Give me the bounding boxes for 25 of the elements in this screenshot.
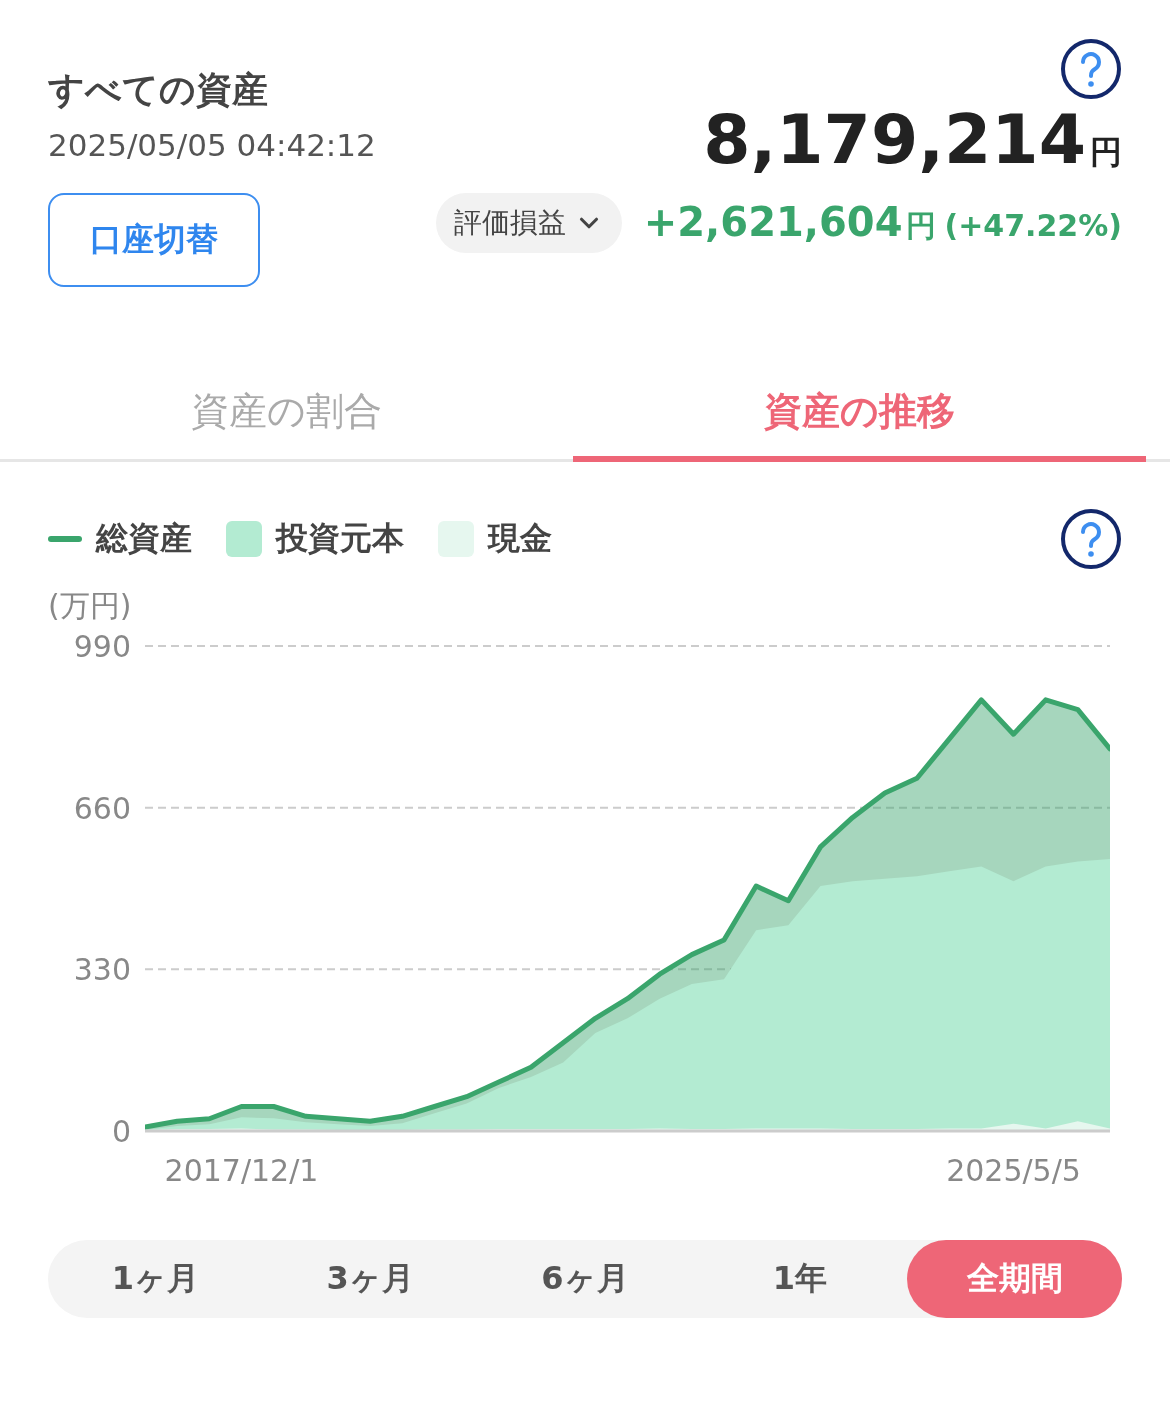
total-amount: 8,179,214	[703, 100, 1086, 179]
y-tick-label: 990	[73, 629, 131, 664]
legend-label: 投資元本	[276, 518, 404, 559]
legend-label: 現金	[488, 518, 552, 559]
currency-unit: 円	[1090, 132, 1122, 173]
help-icon[interactable]	[1060, 508, 1122, 570]
help-icon[interactable]	[1060, 38, 1122, 100]
legend-label: 総資産	[96, 518, 192, 559]
gain-percent: (+47.22%)	[944, 208, 1122, 243]
x-tick-label: 2017/12/1	[164, 1153, 319, 1186]
period-button[interactable]: 1年	[692, 1240, 908, 1318]
gain-amount: +2,621,604	[643, 199, 903, 245]
y-tick-label: 660	[73, 790, 131, 826]
timestamp: 2025/05/05 04:42:12	[48, 127, 376, 163]
account-switch-button[interactable]: 口座切替	[48, 193, 260, 287]
axis-unit-label: (万円)	[48, 588, 132, 623]
x-tick-label: 2025/5/5	[946, 1153, 1081, 1186]
page-title: すべての資産	[48, 68, 269, 112]
y-tick-label: 0	[111, 1114, 131, 1149]
metric-dropdown[interactable]: 評価損益	[435, 193, 622, 253]
currency-unit: 円	[906, 207, 937, 245]
period-button[interactable]: 6ヶ月	[477, 1240, 693, 1318]
period-button[interactable]: 1ヶ月	[48, 1240, 263, 1318]
period-button[interactable]: 3ヶ月	[262, 1240, 478, 1318]
y-tick-label: 330	[73, 952, 131, 988]
